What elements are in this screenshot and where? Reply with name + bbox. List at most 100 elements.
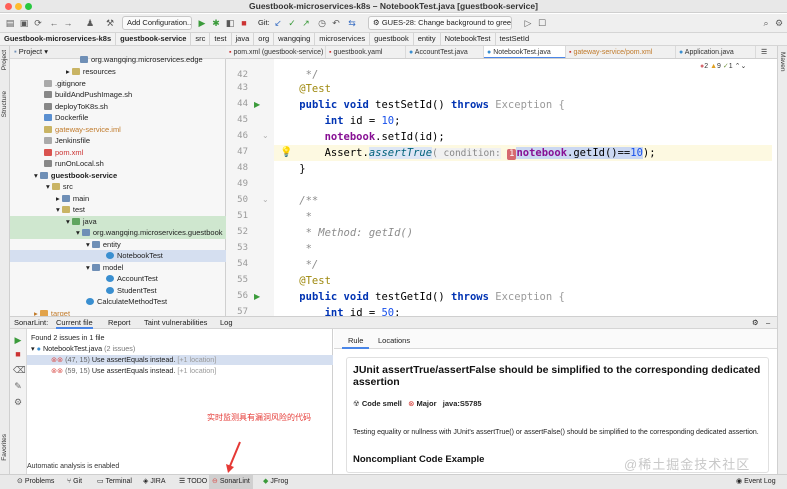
tree-item[interactable]: NotebookTest bbox=[10, 250, 226, 262]
editor-tab-active[interactable]: ● NotebookTest.java bbox=[484, 46, 566, 58]
tree-item[interactable]: deployToK8s.sh bbox=[10, 101, 226, 113]
problems-tool-button[interactable]: ⊙ Problems bbox=[14, 475, 57, 489]
save-icon[interactable]: ▣ bbox=[18, 17, 30, 29]
tree-item[interactable]: ▾ java bbox=[10, 216, 226, 228]
task-icon[interactable]: ☐ bbox=[536, 17, 548, 29]
tree-item[interactable]: ▾ test bbox=[10, 204, 226, 216]
run-test-icon[interactable]: ▶ bbox=[254, 292, 260, 301]
editor-tab[interactable]: ▪ guestbook.yaml bbox=[326, 46, 406, 58]
debug-icon[interactable]: ✱ bbox=[210, 17, 222, 29]
run-icon[interactable]: ▶ bbox=[196, 17, 208, 29]
tree-item[interactable]: ▸ main bbox=[10, 193, 226, 205]
breadcrumb-item[interactable]: testSetId bbox=[496, 33, 534, 45]
git-commit-icon[interactable]: ✓ bbox=[286, 17, 298, 29]
stop-icon[interactable]: ■ bbox=[238, 17, 250, 29]
settings-icon[interactable]: ⚙ bbox=[773, 17, 785, 29]
fold-icon[interactable]: ⌄ bbox=[262, 131, 269, 140]
coverage-icon[interactable]: ◧ bbox=[224, 17, 236, 29]
tree-item[interactable]: pom.xml bbox=[10, 147, 226, 159]
tree-item[interactable]: runOnLocal.sh bbox=[10, 158, 226, 170]
history-icon[interactable]: ◷ bbox=[316, 17, 328, 29]
editor-tab[interactable]: ▪ gateway-service/pom.xml bbox=[566, 46, 676, 58]
user-icon[interactable]: ♟ bbox=[84, 17, 96, 29]
terminal-tool-button[interactable]: ▭ Terminal bbox=[94, 475, 135, 489]
clean-icon[interactable]: ⌫ bbox=[13, 365, 26, 375]
git-tool-button[interactable]: ⑂ Git bbox=[64, 475, 85, 489]
tab-rule[interactable]: Rule bbox=[342, 332, 370, 349]
editor-tab[interactable]: ▪ pom.xml (guestbook-service) bbox=[226, 46, 326, 58]
tree-item[interactable]: AccountTest bbox=[10, 273, 226, 285]
sync-icon[interactable]: ⟳ bbox=[32, 17, 44, 29]
settings-icon[interactable]: ⚙ bbox=[13, 397, 23, 407]
breadcrumb-item[interactable]: guestbook-service bbox=[116, 33, 192, 45]
inspection-widget[interactable]: ●2 ▲9 ✓1 ⌃⌄ bbox=[700, 62, 746, 70]
gear-icon[interactable]: ⚙ bbox=[752, 317, 759, 329]
lightbulb-icon[interactable]: 💡 bbox=[280, 147, 292, 158]
tree-item[interactable]: org.wangqing.microservices.edge bbox=[10, 54, 226, 66]
tree-item[interactable]: gateway-service.iml bbox=[10, 124, 226, 136]
breadcrumb-item[interactable]: guestbook bbox=[370, 33, 414, 45]
tabs-overflow-icon[interactable]: ☰ bbox=[758, 46, 776, 58]
project-tool-tab[interactable]: Project bbox=[1, 50, 8, 70]
branch-selector[interactable]: ⚙ GUES-28: Change background to green ▾ bbox=[368, 16, 512, 30]
hammer-icon[interactable]: ⚒ bbox=[104, 17, 116, 29]
fold-icon[interactable]: ⌄ bbox=[262, 195, 269, 204]
todo-tool-button[interactable]: ☰ TODO bbox=[176, 475, 210, 489]
breadcrumb-item[interactable]: Guestbook-microservices-k8s bbox=[0, 33, 117, 45]
favorites-tool-tab[interactable]: Favorites bbox=[1, 434, 8, 461]
breadcrumb-item[interactable]: wangqing bbox=[274, 33, 316, 45]
play-task-icon[interactable]: ▷ bbox=[522, 17, 534, 29]
issue-row[interactable]: ⊗⊗ (59, 15) Use assertEquals instead. [+… bbox=[27, 366, 333, 376]
git-update-icon[interactable]: ↙ bbox=[272, 17, 284, 29]
forward-icon[interactable]: → bbox=[62, 17, 74, 29]
minimize-panel-icon[interactable]: – bbox=[766, 317, 770, 329]
wrench-icon[interactable]: ✎ bbox=[13, 381, 23, 391]
maven-tool-tab[interactable]: Maven bbox=[779, 52, 786, 72]
tree-item[interactable]: ▸ resources bbox=[10, 66, 226, 78]
tab-taint-vulnerabilities[interactable]: Taint vulnerabilities bbox=[144, 317, 207, 329]
breadcrumb-item[interactable]: test bbox=[210, 33, 232, 45]
back-icon[interactable]: ← bbox=[48, 17, 60, 29]
tree-item[interactable]: ▾ src bbox=[10, 181, 226, 193]
stop-icon[interactable]: ■ bbox=[13, 349, 23, 359]
jira-tool-button[interactable]: ◈ JIRA bbox=[140, 475, 169, 489]
tab-report[interactable]: Report bbox=[108, 317, 131, 329]
tree-item[interactable]: ▾ guestbook-service bbox=[10, 170, 226, 182]
editor-tab[interactable]: ● AccountTest.java bbox=[406, 46, 484, 58]
sonarlint-tool-button[interactable]: ⊖ SonarLint bbox=[209, 475, 253, 489]
folder-icon[interactable]: ▤ bbox=[4, 17, 16, 29]
run-test-icon[interactable]: ▶ bbox=[254, 100, 260, 109]
tree-item[interactable]: .gitignore bbox=[10, 78, 226, 90]
add-configuration-button[interactable]: Add Configuration... bbox=[122, 16, 192, 30]
structure-tool-tab[interactable]: Structure bbox=[1, 91, 8, 117]
tree-item[interactable]: StudentTest bbox=[10, 285, 226, 297]
jfrog-tool-button[interactable]: ◆ JFrog bbox=[260, 475, 291, 489]
breadcrumb-item[interactable]: src bbox=[191, 33, 211, 45]
breadcrumb-item[interactable]: entity bbox=[414, 33, 441, 45]
translate-icon[interactable]: ⇆ bbox=[346, 17, 358, 29]
tab-current-file[interactable]: Current file bbox=[56, 317, 93, 329]
git-push-icon[interactable]: ↗ bbox=[300, 17, 312, 29]
tab-locations[interactable]: Locations bbox=[372, 332, 416, 349]
tree-item[interactable]: ▾ model bbox=[10, 262, 226, 274]
breadcrumb-item[interactable]: NotebookTest bbox=[441, 33, 496, 45]
tree-item[interactable]: CalculateMethodTest bbox=[10, 296, 226, 308]
tree-item[interactable]: ▾ entity bbox=[10, 239, 226, 251]
search-icon[interactable]: ⌕ bbox=[760, 17, 772, 29]
tree-item[interactable]: buildAndPushImage.sh bbox=[10, 89, 226, 101]
breadcrumb-item[interactable]: org bbox=[254, 33, 275, 45]
analyze-icon[interactable]: ▶ bbox=[13, 335, 23, 345]
breadcrumb-item[interactable]: java bbox=[232, 33, 255, 45]
breadcrumb-item[interactable]: microservices bbox=[315, 33, 371, 45]
tree-item[interactable]: Dockerfile bbox=[10, 112, 226, 124]
tree-item[interactable]: Jenkinsfile bbox=[10, 135, 226, 147]
code-editor[interactable]: */ @Test public void testSetId() throws … bbox=[274, 59, 772, 316]
issue-file-row[interactable]: ▾ ● NotebookTest.java (2 issues) bbox=[27, 344, 333, 354]
event-log-button[interactable]: ◉ Event Log bbox=[733, 475, 779, 489]
tab-log[interactable]: Log bbox=[220, 317, 233, 329]
issue-row[interactable]: ⊗⊗ (47, 15) Use assertEquals instead. [+… bbox=[27, 355, 333, 365]
chevron-down-icon[interactable]: ⌄ bbox=[741, 63, 747, 70]
rollback-icon[interactable]: ↶ bbox=[330, 17, 342, 29]
tree-item[interactable]: ▾ org.wangqing.microservices.guestbook bbox=[10, 227, 226, 239]
editor-tab[interactable]: ● Application.java bbox=[676, 46, 756, 58]
